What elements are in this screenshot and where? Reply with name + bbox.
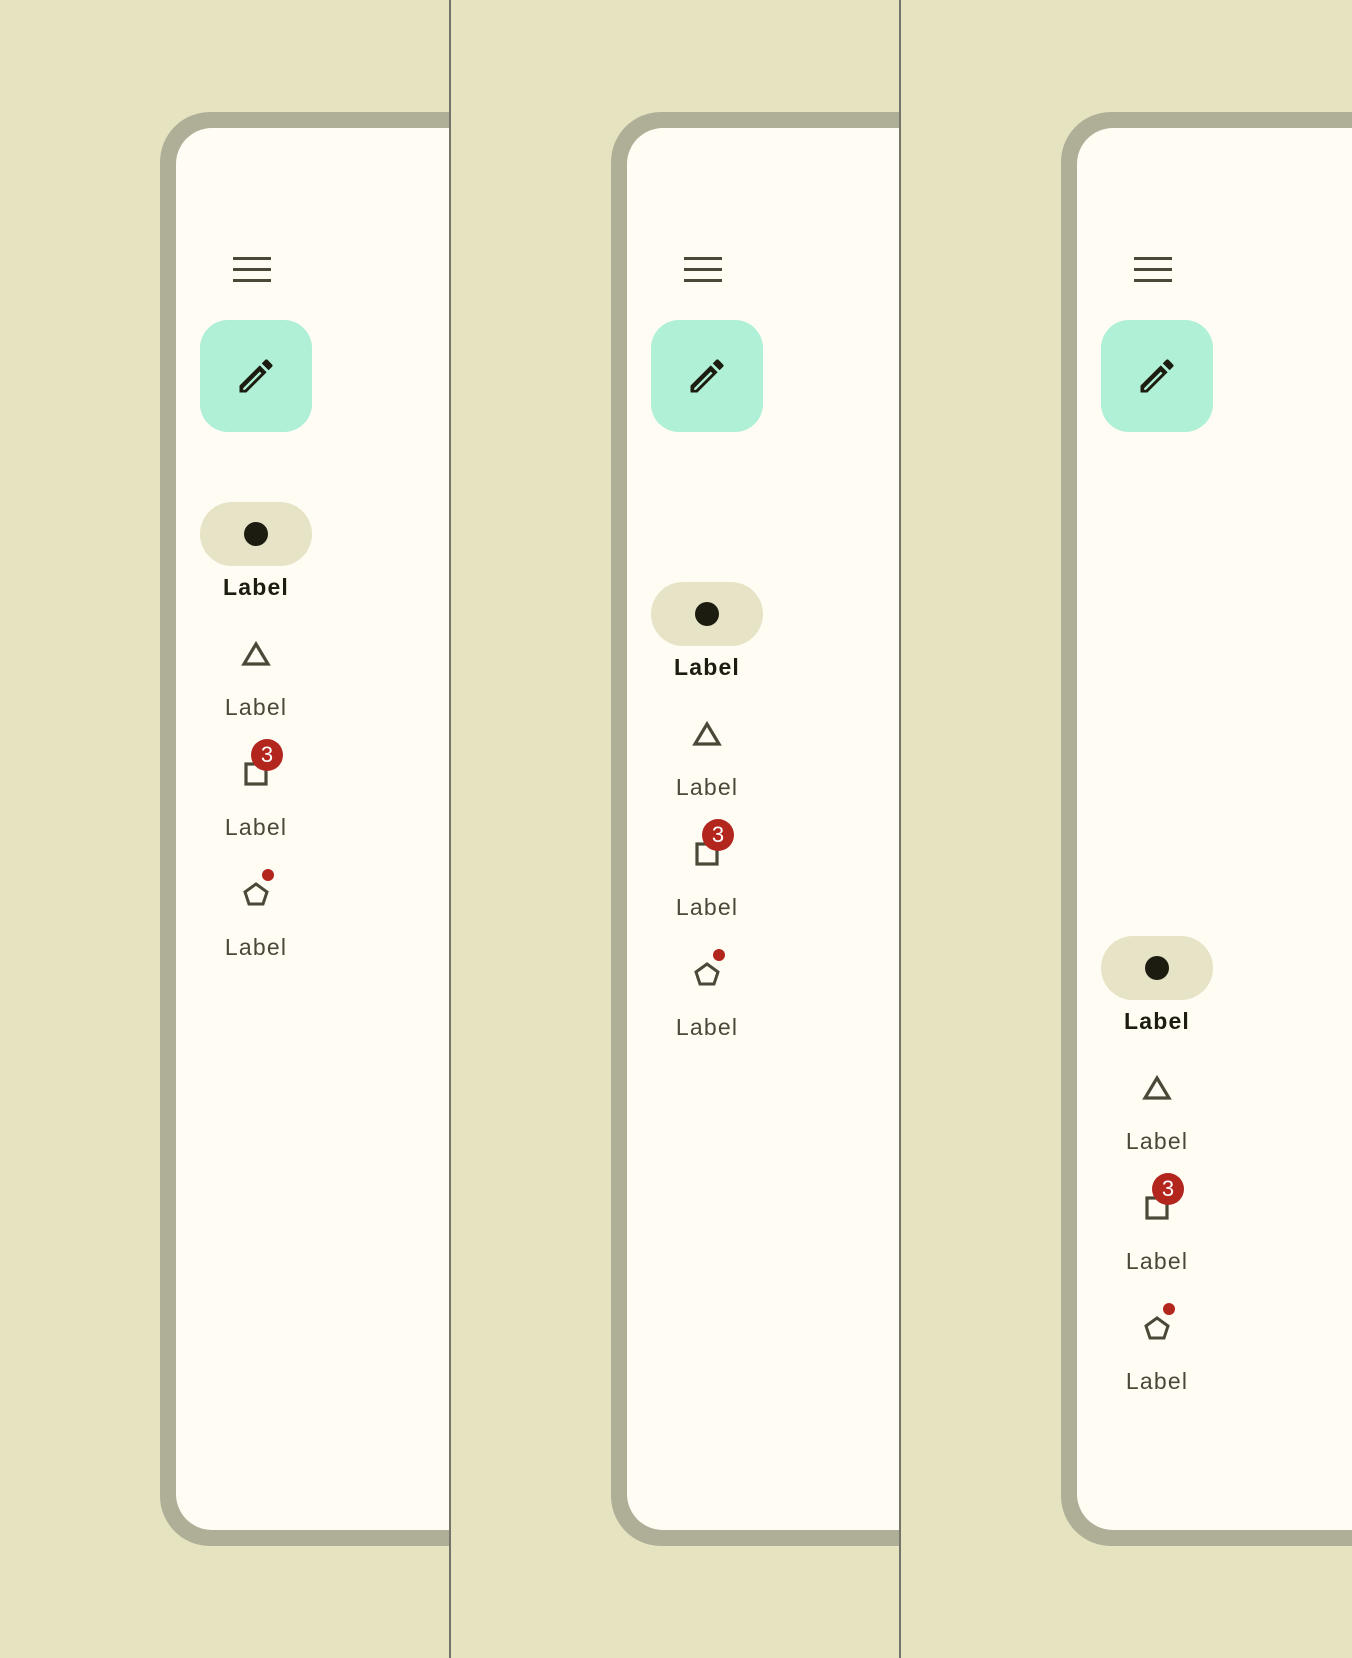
- notification-badge: 3: [1152, 1173, 1184, 1205]
- device-screen: Label Label 3 Label Label: [176, 128, 449, 1530]
- menu-icon: [684, 257, 722, 282]
- triangle-icon: [241, 641, 271, 666]
- device-screen: Label Label 3 Label Label: [627, 128, 899, 1530]
- nav-item-label: Label: [224, 934, 288, 960]
- nav-item-label: Label: [675, 774, 739, 800]
- nav-item-label: Label: [675, 894, 739, 920]
- menu-button[interactable]: [228, 246, 276, 294]
- nav-item-2[interactable]: Label: [651, 702, 763, 814]
- device-frame: Label Label 3 Label Label: [160, 112, 449, 1546]
- notification-dot-badge: [1163, 1303, 1175, 1315]
- nav-item-3[interactable]: 3 Label: [200, 739, 312, 854]
- notification-dot-badge: [713, 949, 725, 961]
- menu-icon: [233, 257, 271, 282]
- triangle-icon: [1142, 1075, 1172, 1100]
- pentagon-icon: [694, 962, 720, 986]
- pentagon-icon: [1144, 1316, 1170, 1340]
- nav-item-label: Label: [1125, 1248, 1189, 1274]
- nav-item-label: Label: [1125, 1128, 1189, 1154]
- nav-item-1[interactable]: Label: [651, 582, 763, 694]
- navigation-rail-panel-bottom: Label Label 3 Label Label: [901, 0, 1352, 1658]
- edit-pencil-icon: [239, 359, 273, 393]
- compose-fab[interactable]: [200, 320, 312, 432]
- nav-item-2[interactable]: Label: [1101, 1056, 1213, 1168]
- nav-item-3[interactable]: 3 Label: [651, 819, 763, 934]
- nav-item-1[interactable]: Label: [200, 502, 312, 614]
- nav-item-label: Label: [1123, 1008, 1191, 1034]
- nav-item-label: Label: [224, 694, 288, 720]
- nav-item-label: Label: [675, 1014, 739, 1040]
- navigation-rail-panel-center: Label Label 3 Label Label: [451, 0, 899, 1658]
- active-indicator: [200, 502, 312, 566]
- triangle-icon: [692, 721, 722, 746]
- nav-item-label: Label: [673, 654, 741, 680]
- menu-button[interactable]: [1129, 246, 1177, 294]
- edit-pencil-icon: [690, 359, 724, 393]
- menu-icon: [1134, 257, 1172, 282]
- nav-item-1[interactable]: Label: [1101, 936, 1213, 1048]
- nav-item-label: Label: [222, 574, 290, 600]
- compose-fab[interactable]: [1101, 320, 1213, 432]
- notification-dot-badge: [262, 869, 274, 881]
- nav-item-2[interactable]: Label: [200, 622, 312, 734]
- device-screen: Label Label 3 Label Label: [1077, 128, 1352, 1530]
- nav-item-4[interactable]: Label: [1101, 1296, 1213, 1408]
- navigation-rail-panel-top: Label Label 3 Label Label: [0, 0, 449, 1658]
- notification-badge: 3: [702, 819, 734, 851]
- menu-button[interactable]: [679, 246, 727, 294]
- nav-item-3[interactable]: 3 Label: [1101, 1173, 1213, 1288]
- circle-icon: [1145, 956, 1169, 980]
- nav-item-4[interactable]: Label: [651, 942, 763, 1054]
- notification-badge: 3: [251, 739, 283, 771]
- nav-item-label: Label: [1125, 1368, 1189, 1394]
- circle-icon: [244, 522, 268, 546]
- device-frame: Label Label 3 Label Label: [611, 112, 899, 1546]
- compose-fab[interactable]: [651, 320, 763, 432]
- edit-pencil-icon: [1140, 359, 1174, 393]
- circle-icon: [695, 602, 719, 626]
- active-indicator: [1101, 936, 1213, 1000]
- device-frame: Label Label 3 Label Label: [1061, 112, 1352, 1546]
- nav-item-label: Label: [224, 814, 288, 840]
- pentagon-icon: [243, 882, 269, 906]
- active-indicator: [651, 582, 763, 646]
- nav-item-4[interactable]: Label: [200, 862, 312, 974]
